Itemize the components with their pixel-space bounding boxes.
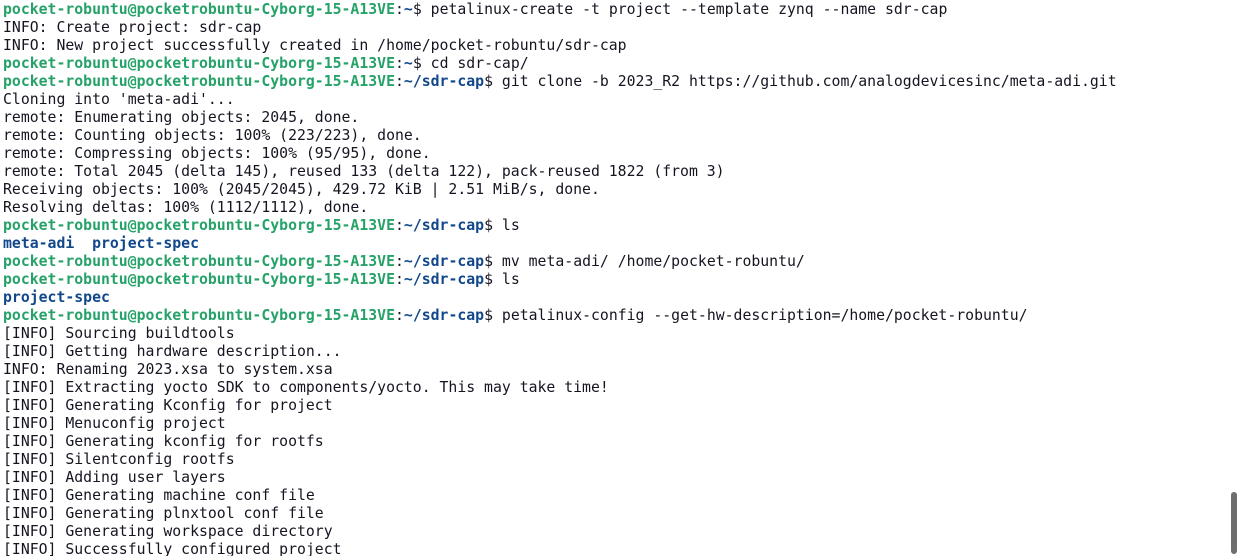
output-line: [INFO] Generating Kconfig for project: [3, 397, 1225, 415]
directory-names: project-spec: [3, 289, 110, 306]
output-line: remote: Enumerating objects: 2045, done.: [3, 109, 1225, 127]
output-text: INFO: New project successfully created i…: [3, 37, 627, 54]
prompt-dollar: $: [412, 55, 431, 72]
output-text: [INFO] Generating Kconfig for project: [3, 397, 333, 414]
output-text: [INFO] Getting hardware description...: [3, 343, 342, 360]
prompt-line: pocket-robuntu@pocketrobuntu-Cyborg-15-A…: [3, 55, 1225, 73]
prompt-line: pocket-robuntu@pocketrobuntu-Cyborg-15-A…: [3, 307, 1225, 325]
output-line: remote: Total 2045 (delta 145), reused 1…: [3, 163, 1225, 181]
prompt-path: ~/sdr-cap: [403, 217, 485, 234]
prompt-dollar: $: [484, 253, 502, 270]
output-text: remote: Total 2045 (delta 145), reused 1…: [3, 163, 725, 180]
output-line: [INFO] Getting hardware description...: [3, 343, 1225, 361]
output-line: [INFO] Generating kconfig for rootfs: [3, 433, 1225, 451]
prompt-dollar: $: [484, 307, 502, 324]
prompt-path: ~: [403, 1, 413, 18]
prompt-colon: :: [394, 307, 404, 324]
prompt-colon: :: [394, 271, 404, 288]
prompt-user-host: pocket-robuntu@pocketrobuntu-Cyborg-15-A…: [3, 73, 395, 90]
command-text: ls: [501, 217, 520, 234]
output-line: [INFO] Sourcing buildtools: [3, 325, 1225, 343]
output-line: INFO: Renaming 2023.xsa to system.xsa: [3, 361, 1225, 379]
prompt-colon: :: [394, 253, 404, 270]
prompt-user-host: pocket-robuntu@pocketrobuntu-Cyborg-15-A…: [3, 1, 395, 18]
scrollbar-thumb[interactable]: [1231, 492, 1237, 554]
output-text: [INFO] Generating plnxtool conf file: [3, 505, 324, 522]
output-line: Receiving objects: 100% (2045/2045), 429…: [3, 181, 1225, 199]
output-text: [INFO] Generating kconfig for rootfs: [3, 433, 324, 450]
terminal-window[interactable]: pocket-robuntu@pocketrobuntu-Cyborg-15-A…: [0, 0, 1241, 556]
output-line: Resolving deltas: 100% (1112/1112), done…: [3, 199, 1225, 217]
prompt-user-host: pocket-robuntu@pocketrobuntu-Cyborg-15-A…: [3, 307, 395, 324]
output-text: [INFO] Generating workspace directory: [3, 523, 333, 540]
output-text: Receiving objects: 100% (2045/2045), 429…: [3, 181, 600, 198]
output-text: [INFO] Menuconfig project: [3, 415, 226, 432]
prompt-colon: :: [394, 73, 404, 90]
output-text: remote: Compressing objects: 100% (95/95…: [3, 145, 431, 162]
prompt-path: ~/sdr-cap: [403, 271, 485, 288]
command-text: git clone -b 2023_R2 https://github.com/…: [501, 73, 1117, 90]
output-text: Cloning into 'meta-adi'...: [3, 91, 235, 108]
vertical-scrollbar[interactable]: [1225, 0, 1241, 556]
output-line: [INFO] Generating plnxtool conf file: [3, 505, 1225, 523]
prompt-colon: :: [394, 1, 404, 18]
prompt-user-host: pocket-robuntu@pocketrobuntu-Cyborg-15-A…: [3, 217, 395, 234]
directory-names: meta-adi project-spec: [3, 235, 199, 252]
terminal-output[interactable]: pocket-robuntu@pocketrobuntu-Cyborg-15-A…: [3, 1, 1225, 556]
output-line: [INFO] Generating machine conf file: [3, 487, 1225, 505]
output-line: [INFO] Extracting yocto SDK to component…: [3, 379, 1225, 397]
prompt-line: pocket-robuntu@pocketrobuntu-Cyborg-15-A…: [3, 73, 1225, 91]
output-line: [INFO] Adding user layers: [3, 469, 1225, 487]
prompt-line: pocket-robuntu@pocketrobuntu-Cyborg-15-A…: [3, 253, 1225, 271]
output-text: [INFO] Silentconfig rootfs: [3, 451, 235, 468]
output-text: INFO: Renaming 2023.xsa to system.xsa: [3, 361, 333, 378]
output-line: INFO: Create project: sdr-cap: [3, 19, 1225, 37]
prompt-dollar: $: [484, 271, 502, 288]
output-line: [INFO] Generating workspace directory: [3, 523, 1225, 541]
output-text: remote: Counting objects: 100% (223/223)…: [3, 127, 422, 144]
output-text: [INFO] Generating machine conf file: [3, 487, 315, 504]
output-text: Resolving deltas: 100% (1112/1112), done…: [3, 199, 369, 216]
output-text: [INFO] Extracting yocto SDK to component…: [3, 379, 609, 396]
prompt-line: pocket-robuntu@pocketrobuntu-Cyborg-15-A…: [3, 271, 1225, 289]
output-text: [INFO] Successfully configured project: [3, 541, 342, 556]
prompt-colon: :: [394, 55, 404, 72]
command-text: cd sdr-cap/: [430, 55, 529, 72]
output-line: remote: Compressing objects: 100% (95/95…: [3, 145, 1225, 163]
prompt-path: ~/sdr-cap: [403, 253, 485, 270]
command-text: petalinux-create -t project --template z…: [430, 1, 948, 18]
prompt-dollar: $: [412, 1, 431, 18]
prompt-line: pocket-robuntu@pocketrobuntu-Cyborg-15-A…: [3, 1, 1225, 19]
output-text: [INFO] Adding user layers: [3, 469, 226, 486]
prompt-colon: :: [394, 217, 404, 234]
output-line: [INFO] Successfully configured project: [3, 541, 1225, 556]
prompt-path: ~/sdr-cap: [403, 307, 485, 324]
prompt-dollar: $: [484, 73, 502, 90]
output-line: Cloning into 'meta-adi'...: [3, 91, 1225, 109]
prompt-user-host: pocket-robuntu@pocketrobuntu-Cyborg-15-A…: [3, 55, 395, 72]
prompt-dollar: $: [484, 217, 502, 234]
output-line: remote: Counting objects: 100% (223/223)…: [3, 127, 1225, 145]
output-line: [INFO] Menuconfig project: [3, 415, 1225, 433]
prompt-user-host: pocket-robuntu@pocketrobuntu-Cyborg-15-A…: [3, 271, 395, 288]
output-text: INFO: Create project: sdr-cap: [3, 19, 262, 36]
prompt-line: pocket-robuntu@pocketrobuntu-Cyborg-15-A…: [3, 217, 1225, 235]
directory-listing: project-spec: [3, 289, 1225, 307]
prompt-path: ~/sdr-cap: [403, 73, 485, 90]
output-line: [INFO] Silentconfig rootfs: [3, 451, 1225, 469]
output-line: INFO: New project successfully created i…: [3, 37, 1225, 55]
directory-listing: meta-adi project-spec: [3, 235, 1225, 253]
output-text: [INFO] Sourcing buildtools: [3, 325, 235, 342]
prompt-user-host: pocket-robuntu@pocketrobuntu-Cyborg-15-A…: [3, 253, 395, 270]
output-text: remote: Enumerating objects: 2045, done.: [3, 109, 360, 126]
command-text: mv meta-adi/ /home/pocket-robuntu/: [501, 253, 805, 270]
prompt-path: ~: [403, 55, 413, 72]
command-text: petalinux-config --get-hw-description=/h…: [501, 307, 1028, 324]
command-text: ls: [501, 271, 520, 288]
